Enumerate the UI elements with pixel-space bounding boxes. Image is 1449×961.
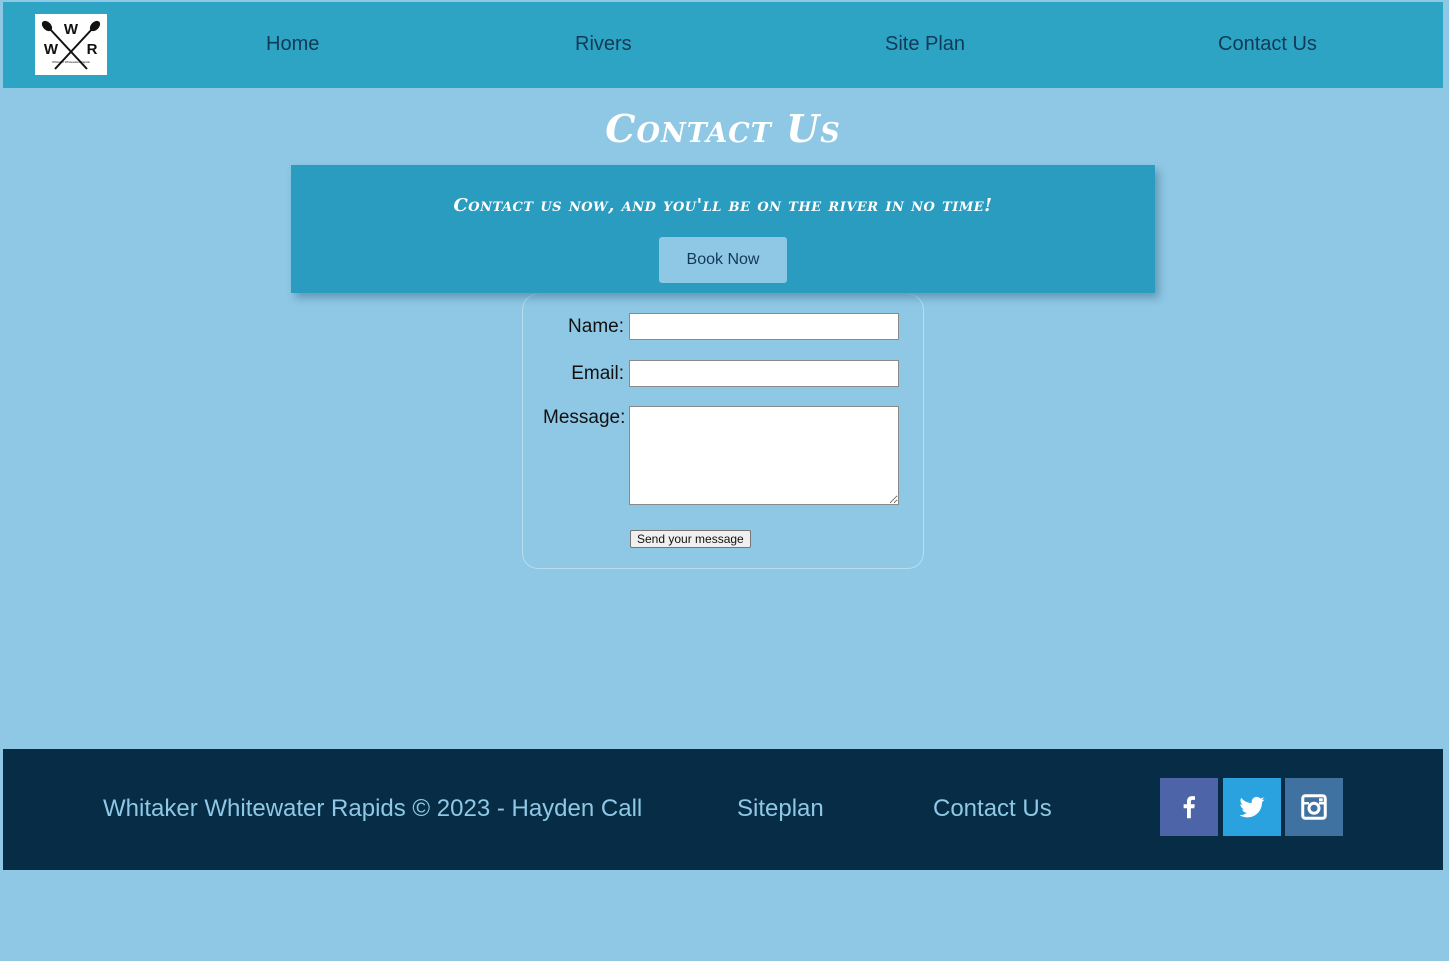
- message-label: Message:: [543, 407, 626, 428]
- nav-contact-us[interactable]: Contact Us: [1218, 33, 1317, 56]
- footer-link-contact-us[interactable]: Contact Us: [933, 795, 1052, 823]
- footer-link-siteplan[interactable]: Siteplan: [737, 795, 824, 823]
- nav-site-plan[interactable]: Site Plan: [885, 33, 965, 56]
- cta-banner-text: Contact us now, and you'll be on the riv…: [453, 195, 993, 216]
- email-field[interactable]: [629, 360, 899, 387]
- name-label: Name:: [568, 316, 624, 337]
- book-now-button[interactable]: Book Now: [659, 237, 787, 283]
- message-field[interactable]: [629, 406, 899, 505]
- site-header: W W R Whitaker Whitewater Rapids Home Ri…: [3, 2, 1443, 88]
- crossed-paddles-logo-icon: W W R Whitaker Whitewater Rapids: [41, 20, 101, 70]
- nav-rivers[interactable]: Rivers: [575, 33, 632, 56]
- instagram-button[interactable]: [1285, 778, 1343, 836]
- instagram-icon: [1301, 794, 1327, 820]
- nav-home[interactable]: Home: [266, 33, 319, 56]
- footer-copyright: Whitaker Whitewater Rapids © 2023 - Hayd…: [103, 795, 643, 822]
- twitter-button[interactable]: [1223, 778, 1281, 836]
- page: W W R Whitaker Whitewater Rapids Home Ri…: [3, 2, 1443, 870]
- name-field[interactable]: [629, 313, 899, 340]
- cta-banner: Contact us now, and you'll be on the riv…: [291, 165, 1155, 293]
- contact-form: Name: Email: Message: Send your message: [522, 294, 924, 569]
- svg-text:W: W: [64, 21, 79, 38]
- svg-text:Whitaker Whitewater Rapids: Whitaker Whitewater Rapids: [52, 60, 90, 64]
- email-label: Email:: [571, 363, 624, 384]
- page-title: Contact Us: [605, 106, 841, 151]
- facebook-button[interactable]: [1160, 778, 1218, 836]
- svg-text:W: W: [44, 41, 59, 58]
- site-footer: Whitaker Whitewater Rapids © 2023 - Hayd…: [3, 749, 1443, 870]
- svg-text:R: R: [87, 41, 98, 58]
- site-logo[interactable]: W W R Whitaker Whitewater Rapids: [35, 14, 107, 75]
- twitter-icon: [1239, 796, 1265, 818]
- send-message-button[interactable]: Send your message: [630, 530, 751, 548]
- facebook-icon: [1183, 796, 1195, 819]
